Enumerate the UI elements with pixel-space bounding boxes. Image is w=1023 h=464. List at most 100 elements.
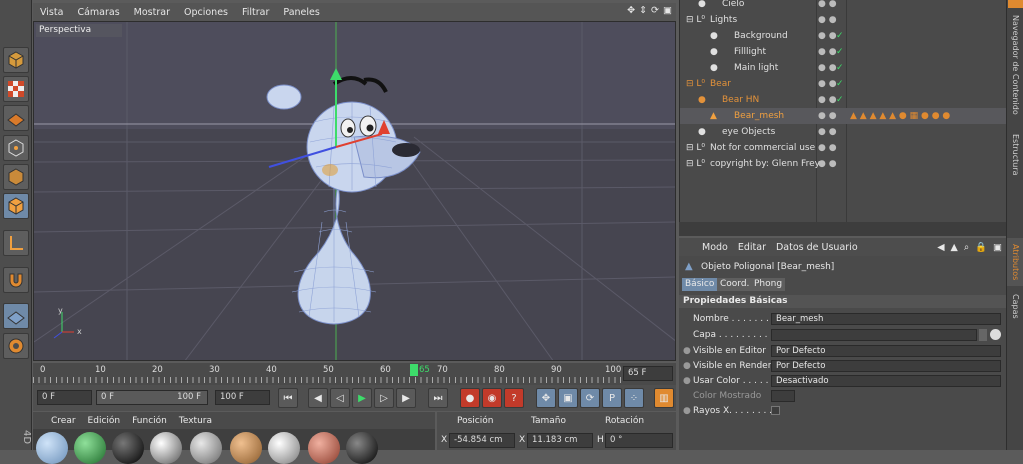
checker-texture-icon[interactable] — [3, 76, 29, 102]
enabled-check-icon[interactable]: ✓ — [836, 28, 844, 44]
tab-navegador[interactable]: Navegador de Contenido — [1007, 10, 1023, 120]
menu-edicion[interactable]: Edición — [82, 416, 127, 426]
material-swatch[interactable] — [190, 432, 222, 464]
menu-crear[interactable]: Crear — [45, 416, 82, 426]
menu-paneles[interactable]: Paneles — [276, 7, 326, 18]
playhead-marker[interactable] — [410, 364, 418, 376]
prev-key-button[interactable]: ◀ — [308, 388, 328, 408]
attr-menu-modo[interactable]: Modo — [697, 242, 733, 253]
material-swatch[interactable] — [112, 432, 144, 464]
next-frame-button[interactable]: ▷ — [374, 388, 394, 408]
up-arrow-icon[interactable]: ▲ — [951, 242, 958, 253]
record-button[interactable]: ● — [460, 388, 480, 408]
polygons-mode-icon[interactable] — [3, 193, 29, 219]
frame-range-slider[interactable]: 0 F 100 F — [96, 390, 208, 405]
key-rotation-button[interactable]: ⟳ — [580, 388, 600, 408]
visible-editor-select[interactable]: Por Defecto — [771, 345, 1001, 357]
max-frame-field[interactable]: 100 F — [215, 390, 270, 405]
maximize-view-icon[interactable]: ▣ — [663, 5, 672, 16]
attr-menu-editar[interactable]: Editar — [733, 242, 771, 253]
end-frame-field[interactable]: 65 F — [623, 366, 673, 381]
visibility-dots[interactable]: ● ● — [818, 12, 837, 28]
object-row[interactable]: ⊟ L⁰ Lights ● ● — [680, 12, 1007, 28]
menu-mostrar[interactable]: Mostrar — [127, 7, 177, 18]
timeline-window-button[interactable]: ▥ — [654, 388, 674, 408]
object-row[interactable]: ● Main light ● ● ✓ — [680, 60, 1007, 76]
visibility-dots[interactable]: ● ● — [818, 0, 837, 12]
go-start-button[interactable]: ⏮ — [278, 388, 298, 408]
capa-input[interactable] — [771, 329, 977, 341]
object-row[interactable]: ⊟ L⁰ Not for commercial use ● ● — [680, 140, 1007, 156]
next-key-button[interactable]: ▶ — [396, 388, 416, 408]
color-mostrado-swatch[interactable] — [771, 390, 795, 402]
move-view-icon[interactable]: ✥ — [627, 5, 635, 16]
go-end-button[interactable]: ⏭ — [428, 388, 448, 408]
usar-color-select[interactable]: Desactivado — [771, 375, 1001, 387]
menu-vista[interactable]: Vista — [33, 7, 70, 18]
enabled-check-icon[interactable]: ✓ — [836, 76, 844, 92]
lock-icon[interactable] — [3, 333, 29, 359]
key-scale-button[interactable]: ▣ — [558, 388, 578, 408]
object-row[interactable]: ● Bear HN ● ● ✓ — [680, 92, 1007, 108]
snap-magnet-icon[interactable] — [3, 267, 29, 293]
texture-mode-icon[interactable] — [3, 105, 29, 131]
size-x-field[interactable]: 11.183 cm — [527, 433, 593, 448]
object-row[interactable]: ⊟ L⁰ copyright by: Glenn Frey ● ● — [680, 156, 1007, 172]
tab-phong[interactable]: Phong — [751, 278, 786, 291]
points-mode-icon[interactable] — [3, 135, 29, 161]
enabled-check-icon[interactable]: ✓ — [836, 60, 844, 76]
material-swatch[interactable] — [74, 432, 106, 464]
enabled-check-icon[interactable]: ✓ — [836, 44, 844, 60]
new-window-icon[interactable]: ▣ — [993, 242, 1002, 253]
3d-viewport[interactable]: Perspectiva x y — [33, 21, 676, 361]
menu-camaras[interactable]: Cámaras — [70, 7, 126, 18]
cube-model-icon[interactable] — [3, 47, 29, 73]
rayos-x-checkbox[interactable] — [771, 406, 780, 415]
play-button[interactable]: ▶ — [352, 388, 372, 408]
visibility-dots[interactable]: ● ● — [818, 156, 837, 172]
rot-h-field[interactable]: 0 ° — [605, 433, 673, 448]
menu-opciones[interactable]: Opciones — [177, 7, 235, 18]
visibility-dots[interactable]: ● ● — [818, 108, 837, 124]
object-row[interactable]: ● Filllight ● ● ✓ — [680, 44, 1007, 60]
tab-atributos[interactable]: Atributos — [1007, 238, 1023, 286]
menu-textura[interactable]: Textura — [173, 416, 218, 426]
visible-render-select[interactable]: Por Defecto — [771, 360, 1001, 372]
object-row[interactable]: ▲ Bear_mesh ● ● ▲ ▲ ▲ ▲ ▲ ● ▦ ● ● ● — [680, 108, 1007, 124]
object-row[interactable]: ⊟ L⁰ Bear ● ● ✓ — [680, 76, 1007, 92]
capa-arrow-button[interactable] — [979, 329, 987, 341]
visibility-dots[interactable]: ● ● — [818, 76, 837, 92]
visibility-dots[interactable]: ● ● — [818, 28, 837, 44]
prev-frame-button[interactable]: ◁ — [330, 388, 350, 408]
tab-basico[interactable]: Básico — [682, 278, 718, 291]
object-manager-scrollbar[interactable] — [679, 222, 1006, 236]
attr-menu-datos[interactable]: Datos de Usuario — [771, 242, 863, 253]
object-row[interactable]: ● Background ● ● ✓ — [680, 28, 1007, 44]
visibility-dots[interactable]: ● ● — [818, 44, 837, 60]
tab-estructura[interactable]: Estructura — [1007, 125, 1023, 185]
object-row[interactable]: ● Cielo ● ● — [680, 0, 1007, 12]
capa-picker-icon[interactable] — [990, 329, 1001, 340]
visibility-dots[interactable]: ● ● — [818, 92, 837, 108]
material-swatch[interactable] — [150, 432, 182, 464]
keyframe-help-button[interactable]: ? — [504, 388, 524, 408]
timeline-ruler[interactable]: 0 10 20 30 40 50 60 65 70 80 90 100 65 F — [33, 363, 676, 385]
material-swatch[interactable] — [268, 432, 300, 464]
key-param-button[interactable]: P — [602, 388, 622, 408]
workplane-icon[interactable] — [3, 303, 29, 329]
edges-mode-icon[interactable] — [3, 164, 29, 190]
pos-x-field[interactable]: -54.854 cm — [449, 433, 515, 448]
menu-filtrar[interactable]: Filtrar — [235, 7, 276, 18]
visibility-dots[interactable]: ● ● — [818, 140, 837, 156]
enabled-check-icon[interactable]: ✓ — [836, 92, 844, 108]
material-swatch[interactable] — [230, 432, 262, 464]
visibility-dots[interactable]: ● ● — [818, 124, 837, 140]
start-frame-field[interactable]: 0 F — [37, 390, 92, 405]
zoom-view-icon[interactable]: ⇕ — [639, 5, 647, 16]
material-tags[interactable]: ▲ ▲ ▲ ▲ ▲ ● ▦ ● ● ● — [850, 108, 950, 124]
tab-objetos-marker[interactable] — [1008, 0, 1023, 8]
nombre-input[interactable]: Bear_mesh — [771, 313, 1001, 325]
menu-funcion[interactable]: Función — [126, 416, 173, 426]
key-pla-button[interactable]: ⁘ — [624, 388, 644, 408]
tab-coord[interactable]: Coord. — [717, 278, 753, 291]
